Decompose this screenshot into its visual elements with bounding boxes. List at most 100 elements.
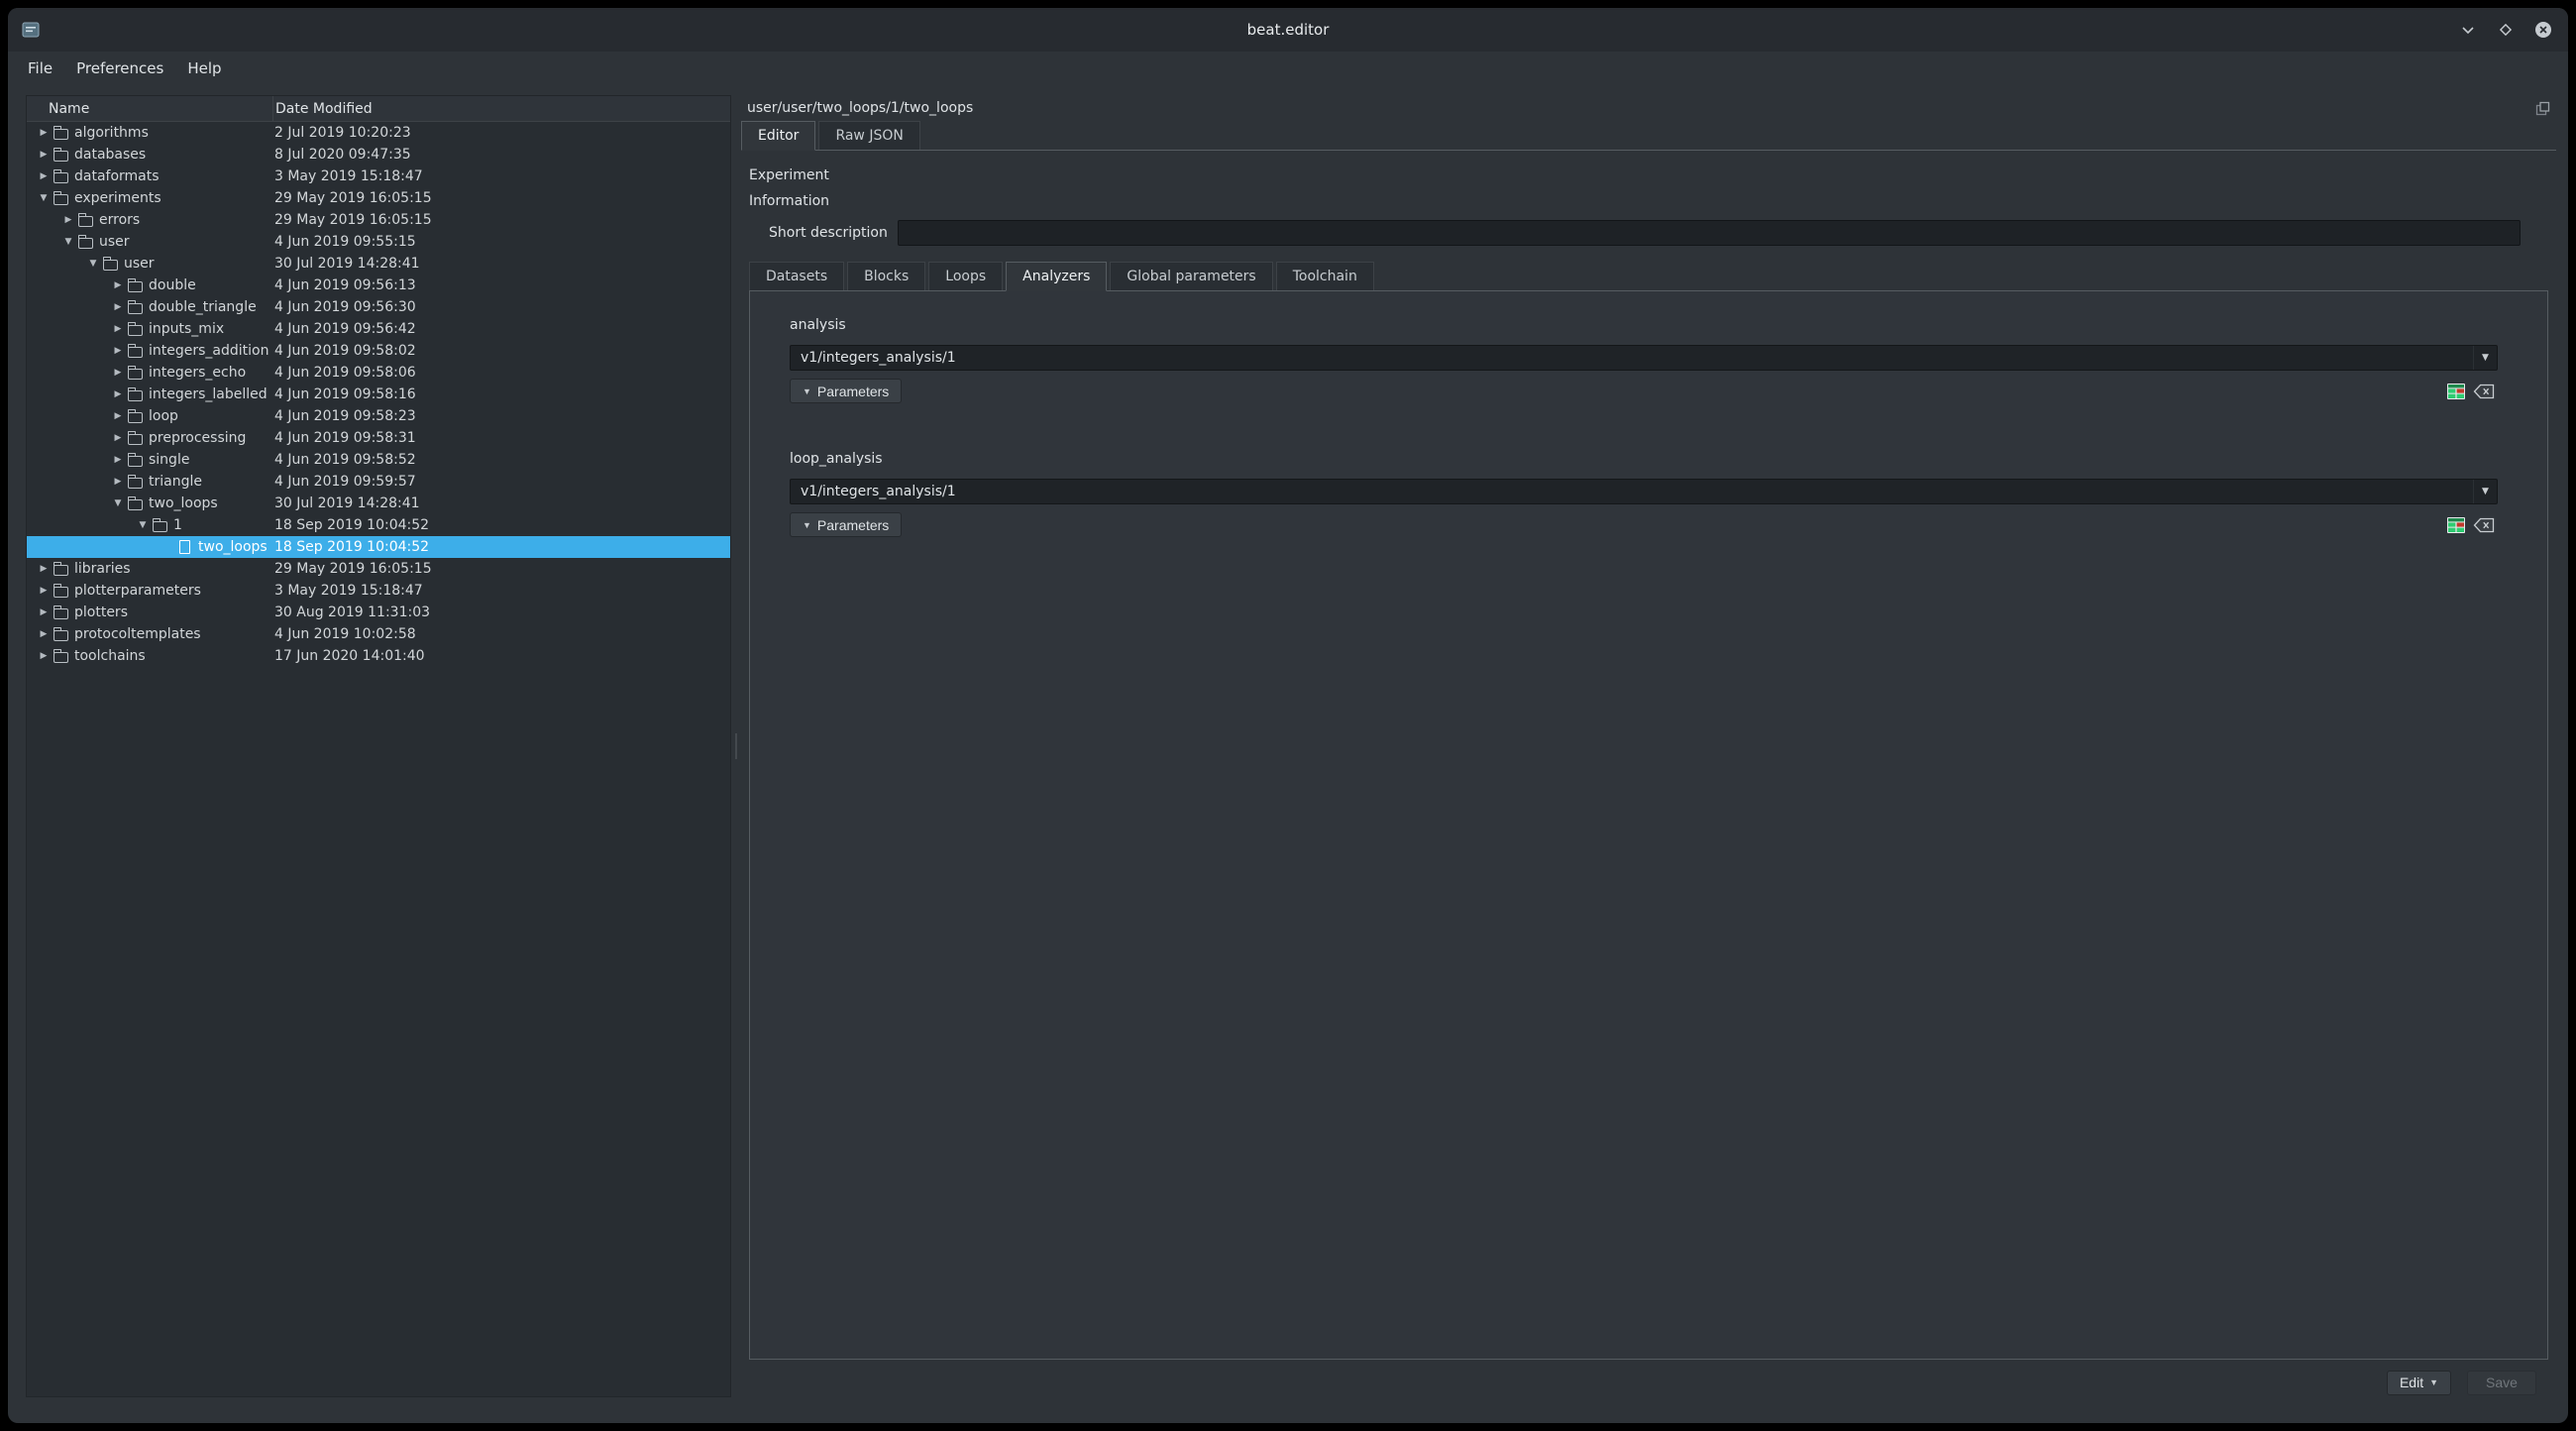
tree-row[interactable]: ▼ 1 18 Sep 2019 10:04:52 [27,514,730,536]
tree-row[interactable]: ▶ dataformats 3 May 2019 15:18:47 [27,165,730,187]
parameters-button[interactable]: ▼ Parameters [790,512,902,537]
clear-analyzer-button[interactable] [2470,513,2498,537]
tree-item-label: errors [99,212,140,228]
tree-row[interactable]: ▶ toolchains 17 Jun 2020 14:01:40 [27,645,730,667]
tree-item-label: double [149,277,196,293]
tab-raw-json[interactable]: Raw JSON [818,121,919,150]
tree-row[interactable]: ▶ double_triangle 4 Jun 2019 09:56:30 [27,296,730,318]
tree-row[interactable]: ▶ integers_addition 4 Jun 2019 09:58:02 [27,340,730,362]
menu-help[interactable]: Help [175,54,233,83]
folder-icon [128,412,143,423]
tree-item-date: 4 Jun 2019 09:58:02 [272,343,730,359]
short-description-input[interactable] [898,220,2521,246]
parameters-button[interactable]: ▼ Parameters [790,379,902,403]
folder-icon [153,521,167,532]
column-header-name[interactable]: Name [27,101,272,117]
tree-row[interactable]: ▶ loop 4 Jun 2019 09:58:23 [27,405,730,427]
menu-file[interactable]: File [16,54,64,83]
tree-row[interactable]: ▶ triangle 4 Jun 2019 09:59:57 [27,471,730,493]
expand-arrow-icon[interactable]: ▶ [109,324,127,334]
analyzer-algorithm-select[interactable]: v1/integers_analysis/1 ▼ [790,345,2498,371]
dataset-table-button[interactable] [2442,380,2470,403]
expand-arrow-icon[interactable]: ▶ [35,586,53,596]
minimize-button[interactable] [2457,19,2479,41]
panel-splitter[interactable] [731,95,741,1397]
selected-algorithm: v1/integers_analysis/1 [791,350,2473,366]
tree-row[interactable]: ▶ single 4 Jun 2019 09:58:52 [27,449,730,471]
tree-row[interactable]: ▼ user 4 Jun 2019 09:55:15 [27,231,730,253]
folder-icon [54,608,68,619]
subtab-analyzers[interactable]: Analyzers [1006,262,1107,291]
expand-arrow-icon[interactable]: ▶ [35,607,53,617]
expand-arrow-icon[interactable]: ▶ [35,128,53,138]
tree-row[interactable]: ▶ preprocessing 4 Jun 2019 09:58:31 [27,427,730,449]
subtab-loops[interactable]: Loops [928,262,1003,290]
tree-row[interactable]: ▶ plotters 30 Aug 2019 11:31:03 [27,602,730,623]
expand-arrow-icon[interactable]: ▶ [35,150,53,160]
expand-arrow-icon[interactable]: ▼ [134,520,152,530]
tree-item-date: 4 Jun 2019 09:55:15 [272,234,730,250]
dataset-table-button[interactable] [2442,513,2470,537]
tree-row[interactable]: ▶ integers_echo 4 Jun 2019 09:58:06 [27,362,730,384]
tree-row[interactable]: ▶ libraries 29 May 2019 16:05:15 [27,558,730,580]
subtab-toolchain[interactable]: Toolchain [1276,262,1374,290]
clear-analyzer-button[interactable] [2470,380,2498,403]
tree-row[interactable]: ▼ experiments 29 May 2019 16:05:15 [27,187,730,209]
subtab-global-parameters[interactable]: Global parameters [1110,262,1272,290]
expand-arrow-icon[interactable]: ▶ [109,368,127,378]
expand-arrow-icon[interactable]: ▶ [109,389,127,399]
detach-panel-icon[interactable] [2535,101,2550,116]
save-button[interactable]: Save [2467,1371,2536,1395]
expand-arrow-icon[interactable]: ▼ [109,498,127,508]
tree-row[interactable]: ▶ double 4 Jun 2019 09:56:13 [27,275,730,296]
close-button[interactable] [2532,19,2554,41]
tree-row[interactable]: ▼ two_loops 30 Jul 2019 14:28:41 [27,493,730,514]
expand-arrow-icon[interactable]: ▼ [59,237,77,247]
tree-item-date: 4 Jun 2019 09:58:52 [272,452,730,468]
menu-preferences[interactable]: Preferences [64,54,175,83]
dataset-table-icon [2446,516,2466,534]
tree-row[interactable]: two_loops 18 Sep 2019 10:04:52 [27,536,730,558]
expand-arrow-icon[interactable]: ▶ [109,411,127,421]
expand-arrow-icon[interactable]: ▶ [109,302,127,312]
tree-row[interactable]: ▼ user 30 Jul 2019 14:28:41 [27,253,730,275]
tree-item-date: 8 Jul 2020 09:47:35 [272,147,730,163]
tree-row[interactable]: ▶ protocoltemplates 4 Jun 2019 10:02:58 [27,623,730,645]
tree-item-label: 1 [173,517,182,533]
subtab-datasets[interactable]: Datasets [749,262,844,290]
tree-item-label: integers_addition [149,343,268,359]
tree-row[interactable]: ▶ errors 29 May 2019 16:05:15 [27,209,730,231]
tree-item-label: integers_echo [149,365,246,381]
expand-arrow-icon[interactable]: ▶ [35,171,53,181]
expand-arrow-icon[interactable]: ▼ [84,259,102,269]
column-header-date-modified[interactable]: Date Modified [272,96,730,121]
menubar: File Preferences Help [8,52,2568,85]
expand-arrow-icon[interactable]: ▶ [35,629,53,639]
tree-row[interactable]: ▶ algorithms 2 Jul 2019 10:20:23 [27,122,730,144]
tree-row[interactable]: ▶ integers_labelled 4 Jun 2019 09:58:16 [27,384,730,405]
editor-pane: Experiment Information Short description… [741,151,2556,1360]
tree-item-label: user [99,234,130,250]
expand-arrow-icon[interactable]: ▶ [109,433,127,443]
expand-arrow-icon[interactable]: ▶ [109,346,127,356]
tree-row[interactable]: ▶ inputs_mix 4 Jun 2019 09:56:42 [27,318,730,340]
tree-item-label: protocoltemplates [74,626,201,642]
expand-arrow-icon[interactable]: ▶ [35,651,53,661]
expand-arrow-icon[interactable]: ▶ [109,280,127,290]
expand-arrow-icon[interactable]: ▶ [109,455,127,465]
loop-analyzer-algorithm-select[interactable]: v1/integers_analysis/1 ▼ [790,479,2498,504]
maximize-button[interactable] [2495,19,2517,41]
edit-mode-button[interactable]: Edit ▼ [2387,1371,2451,1395]
expand-arrow-icon[interactable]: ▼ [35,193,53,203]
tab-editor[interactable]: Editor [741,121,815,151]
expand-arrow-icon[interactable]: ▶ [35,564,53,574]
expand-arrow-icon[interactable]: ▶ [59,215,77,225]
tree-item-date: 29 May 2019 16:05:15 [272,561,730,577]
tree-row[interactable]: ▶ plotterparameters 3 May 2019 15:18:47 [27,580,730,602]
titlebar: beat.editor [8,8,2568,52]
tree-row[interactable]: ▶ databases 8 Jul 2020 09:47:35 [27,144,730,165]
expand-arrow-icon[interactable]: ▶ [109,477,127,487]
tree-item-date: 18 Sep 2019 10:04:52 [272,539,730,555]
tree-item-date: 4 Jun 2019 09:56:42 [272,321,730,337]
subtab-blocks[interactable]: Blocks [847,262,925,290]
